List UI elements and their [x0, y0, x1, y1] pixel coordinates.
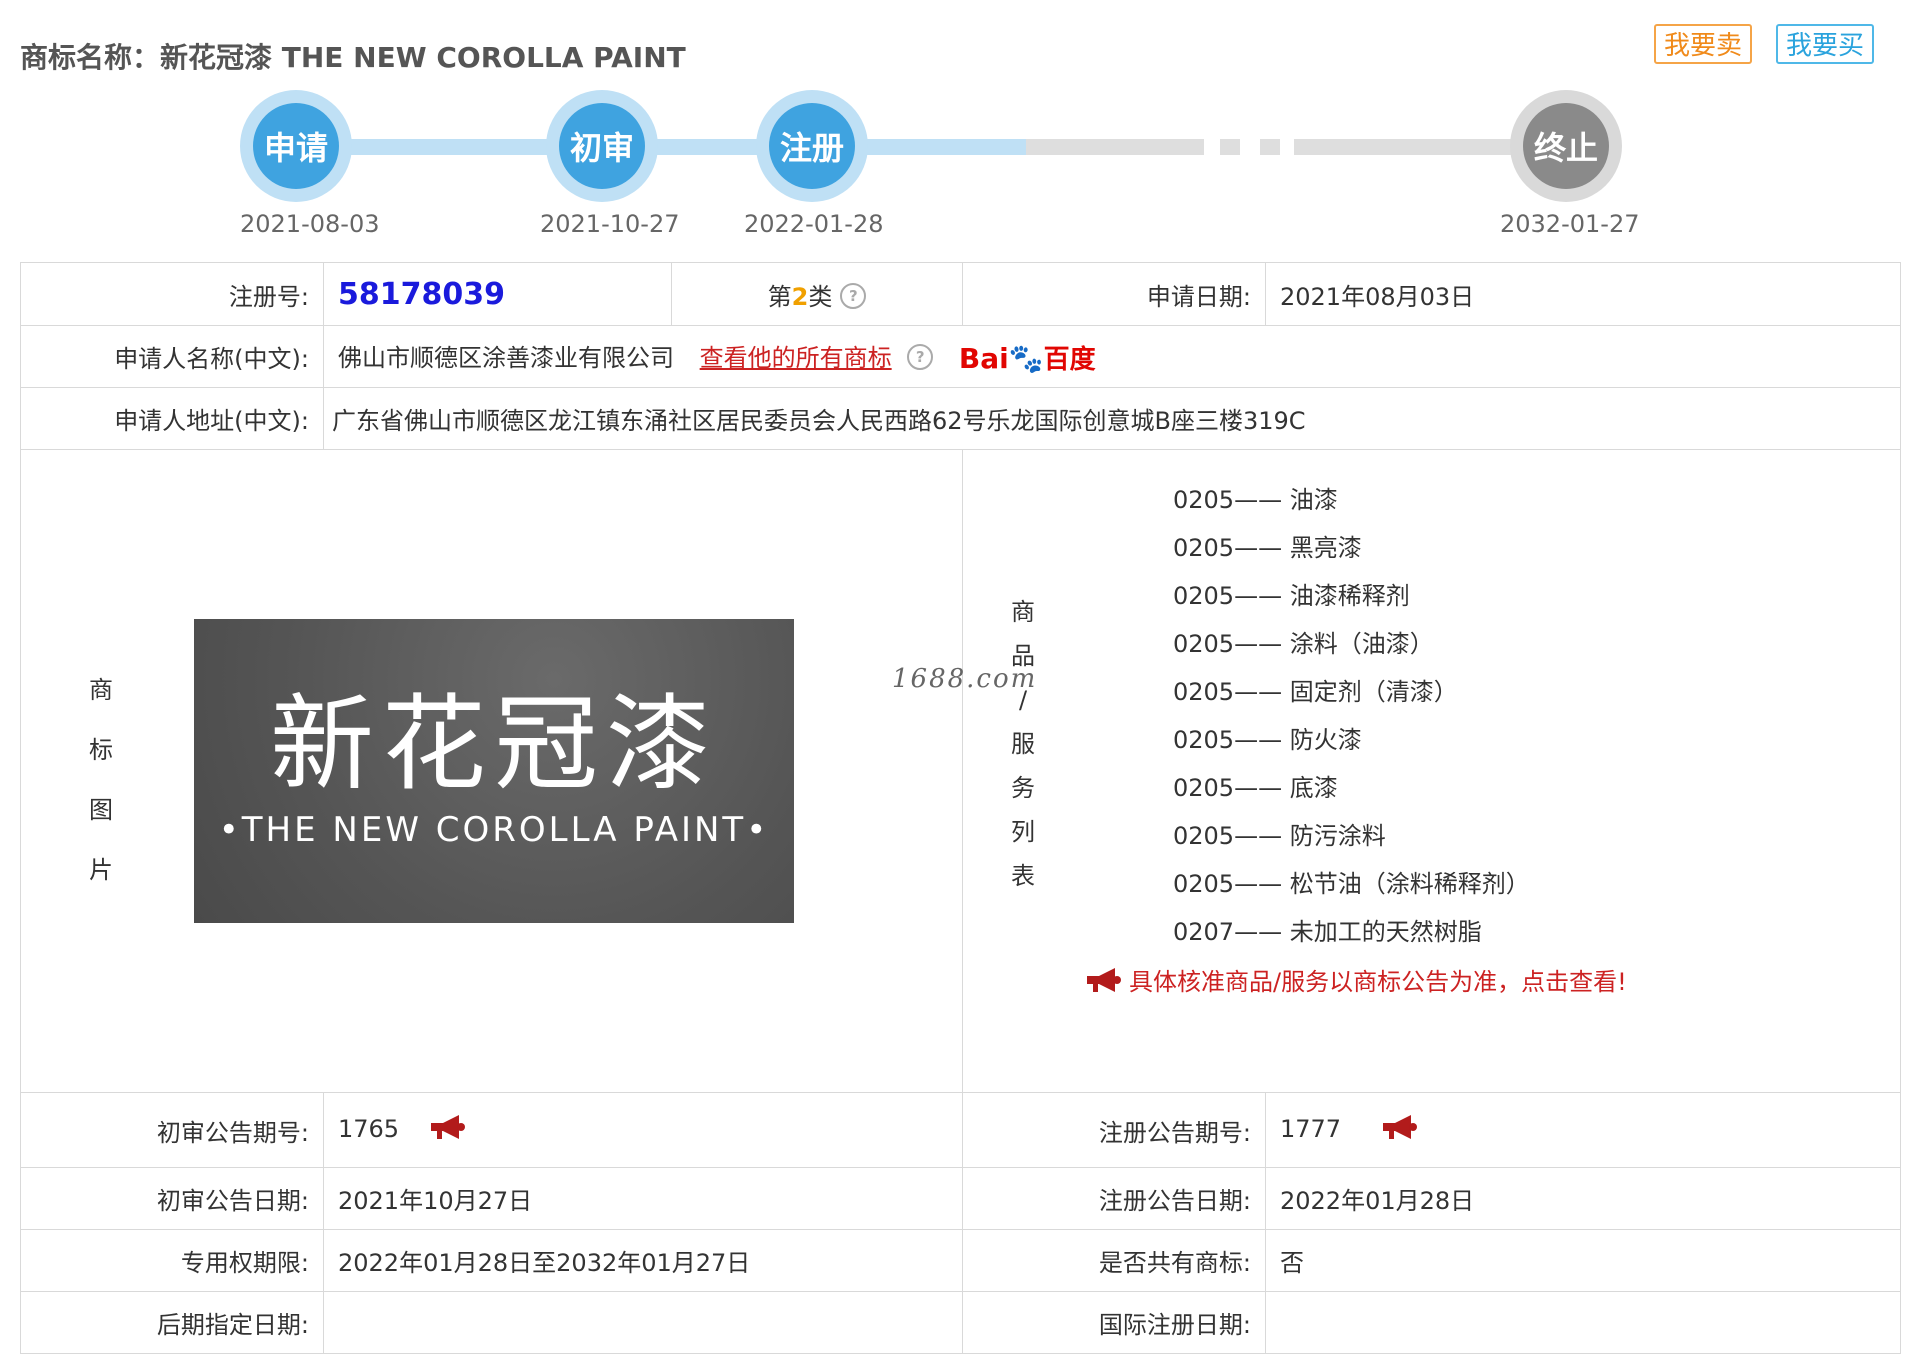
timeline-step-label: 申请: [253, 103, 339, 189]
applicant-cell: 佛山市顺德区涂善漆业有限公司 查看他的所有商标 ? Bai🐾百度: [323, 325, 1901, 388]
shared-label: 是否共有商标:: [962, 1229, 1266, 1292]
timeline-step-date: 2021-08-03: [240, 210, 380, 238]
goods-label-char: 列: [1011, 818, 1035, 846]
timeline-progress-pending: [1026, 139, 1204, 155]
baidu-paw-icon: 🐾: [1008, 341, 1044, 375]
prelim-no-value: 1765: [338, 1115, 400, 1143]
timeline-step-date: 2032-01-27: [1500, 210, 1640, 238]
apply-date-value: 2021年08月03日: [1265, 262, 1901, 326]
applicant-label: 申请人名称(中文):: [20, 325, 324, 388]
goods-item: 0205—— 油漆: [1173, 486, 1338, 514]
intl-date-label: 国际注册日期:: [962, 1291, 1266, 1354]
trademark-info-table: 注册号: 58178039 第2类? 申请日期: 2021年08月03日 申请人…: [20, 262, 1901, 1354]
timeline-step-apply: 申请: [240, 90, 352, 202]
address-value: 广东省佛山市顺德区龙江镇东涌社区居民委员会人民西路62号乐龙国际创意城B座三楼3…: [323, 387, 1901, 450]
goods-list: 0205—— 油漆 0205—— 黑亮漆 0205—— 油漆稀释剂 0205——…: [1173, 476, 1900, 956]
megaphone-icon[interactable]: [427, 1113, 467, 1147]
shared-value: 否: [1265, 1229, 1901, 1292]
logo-en-text: •THE NEW COROLLA PAINT•: [218, 810, 770, 850]
prelim-no-cell: 1765: [323, 1092, 963, 1168]
image-label-char: 图: [89, 796, 113, 824]
goods-item: 0205—— 涂料（油漆）: [1173, 630, 1434, 658]
timeline-step-register: 注册: [756, 90, 868, 202]
applicant-value: 佛山市顺德区涂善漆业有限公司: [338, 343, 674, 372]
goods-services-cell: 商 品 / 服 务 列 表 0205—— 油漆 0205—— 黑亮漆 0205—…: [962, 449, 1901, 1093]
goods-label-char: 服: [1011, 730, 1035, 758]
goods-item: 0205—— 底漆: [1173, 774, 1338, 802]
baidu-logo-text: Bai: [958, 341, 1009, 375]
trademark-logo-image: 新花冠漆 •THE NEW COROLLA PAINT•: [194, 619, 794, 923]
view-all-trademarks-link[interactable]: 查看他的所有商标: [700, 344, 892, 372]
class-prefix: 第: [767, 282, 792, 311]
prelim-date-value: 2021年10月27日: [323, 1167, 963, 1230]
timeline-step-date: 2022-01-28: [744, 210, 884, 238]
goods-label-char: 商: [1011, 598, 1035, 626]
buy-button[interactable]: 我要买: [1776, 24, 1875, 64]
logo-cn-text: 新花冠漆: [269, 683, 718, 805]
baidu-search-link[interactable]: Bai🐾百度: [959, 339, 1096, 376]
reg-pub-date-value: 2022年01月28日: [1265, 1167, 1901, 1230]
timeline-step-terminate: 终止: [1510, 90, 1622, 202]
reg-pub-no-cell: 1777: [1265, 1092, 1901, 1168]
later-date-label: 后期指定日期:: [20, 1291, 324, 1354]
exclusive-label: 专用权期限:: [20, 1229, 324, 1292]
timeline-step-label: 初审: [559, 103, 645, 189]
image-label-char: 标: [89, 736, 113, 764]
goods-item: 0205—— 油漆稀释剂: [1173, 582, 1410, 610]
class-suffix: 类: [808, 282, 833, 311]
goods-notice-text: 具体核准商品/服务以商标公告为准，点击查看!: [1129, 968, 1627, 996]
reg-no-label: 注册号:: [20, 262, 324, 326]
class-cell: 第2类?: [671, 262, 963, 326]
goods-item: 0205—— 固定剂（清漆）: [1173, 678, 1458, 706]
reg-pub-no-value: 1777: [1280, 1115, 1342, 1143]
goods-item: 0205—— 黑亮漆: [1173, 534, 1362, 562]
timeline-dash: [1260, 139, 1280, 155]
class-number: 2: [791, 282, 809, 311]
timeline-progress-pending: [1294, 139, 1528, 155]
reg-pub-date-label: 注册公告日期:: [962, 1167, 1266, 1230]
timeline-step-label: 注册: [769, 103, 855, 189]
image-label-char: 商: [89, 676, 113, 704]
goods-item: 0205—— 松节油（涂料稀释剂）: [1173, 870, 1530, 898]
reg-no-cell: 58178039: [323, 262, 672, 326]
megaphone-icon[interactable]: [1379, 1113, 1419, 1147]
reg-no-value: 58178039: [338, 276, 505, 312]
image-vertical-label: 商 标 图 片: [71, 660, 131, 900]
trademark-image-cell: 商 标 图 片 新花冠漆 •THE NEW COROLLA PAINT•: [20, 449, 963, 1093]
goods-vertical-label: 商 品 / 服 务 列 表: [1003, 590, 1043, 898]
prelim-no-label: 初审公告期号:: [20, 1092, 324, 1168]
prelim-date-label: 初审公告日期:: [20, 1167, 324, 1230]
image-label-char: 片: [89, 856, 113, 884]
timeline-progress-done: [300, 139, 1026, 155]
baidu-logo-cn: 百度: [1043, 344, 1096, 375]
timeline-dash: [1220, 139, 1240, 155]
goods-label-char: 表: [1011, 862, 1035, 890]
goods-label-char: 务: [1011, 774, 1035, 802]
timeline-step-prelim: 初审: [546, 90, 658, 202]
timeline-step-label: 终止: [1523, 103, 1609, 189]
goods-item: 0207—— 未加工的天然树脂: [1173, 918, 1482, 946]
exclusive-value: 2022年01月28日至2032年01月27日: [323, 1229, 963, 1292]
goods-item: 0205—— 防污涂料: [1173, 822, 1386, 850]
help-icon[interactable]: ?: [907, 343, 934, 370]
sell-button[interactable]: 我要卖: [1654, 24, 1753, 64]
goods-item: 0205—— 防火漆: [1173, 726, 1362, 754]
page-title: 商标名称：新花冠漆 THE NEW COROLLA PAINT: [20, 41, 686, 74]
help-icon[interactable]: ?: [840, 282, 867, 309]
watermark-text: 1688.com: [892, 664, 1038, 694]
address-label: 申请人地址(中文):: [20, 387, 324, 450]
intl-date-value: [1265, 1291, 1901, 1354]
reg-pub-no-label: 注册公告期号:: [962, 1092, 1266, 1168]
later-date-value: [323, 1291, 963, 1354]
timeline-step-date: 2021-10-27: [540, 210, 680, 238]
goods-notice-link[interactable]: 具体核准商品/服务以商标公告为准，点击查看!: [1083, 962, 1900, 1000]
apply-date-label: 申请日期:: [962, 262, 1266, 326]
megaphone-icon: [1083, 966, 1123, 1000]
